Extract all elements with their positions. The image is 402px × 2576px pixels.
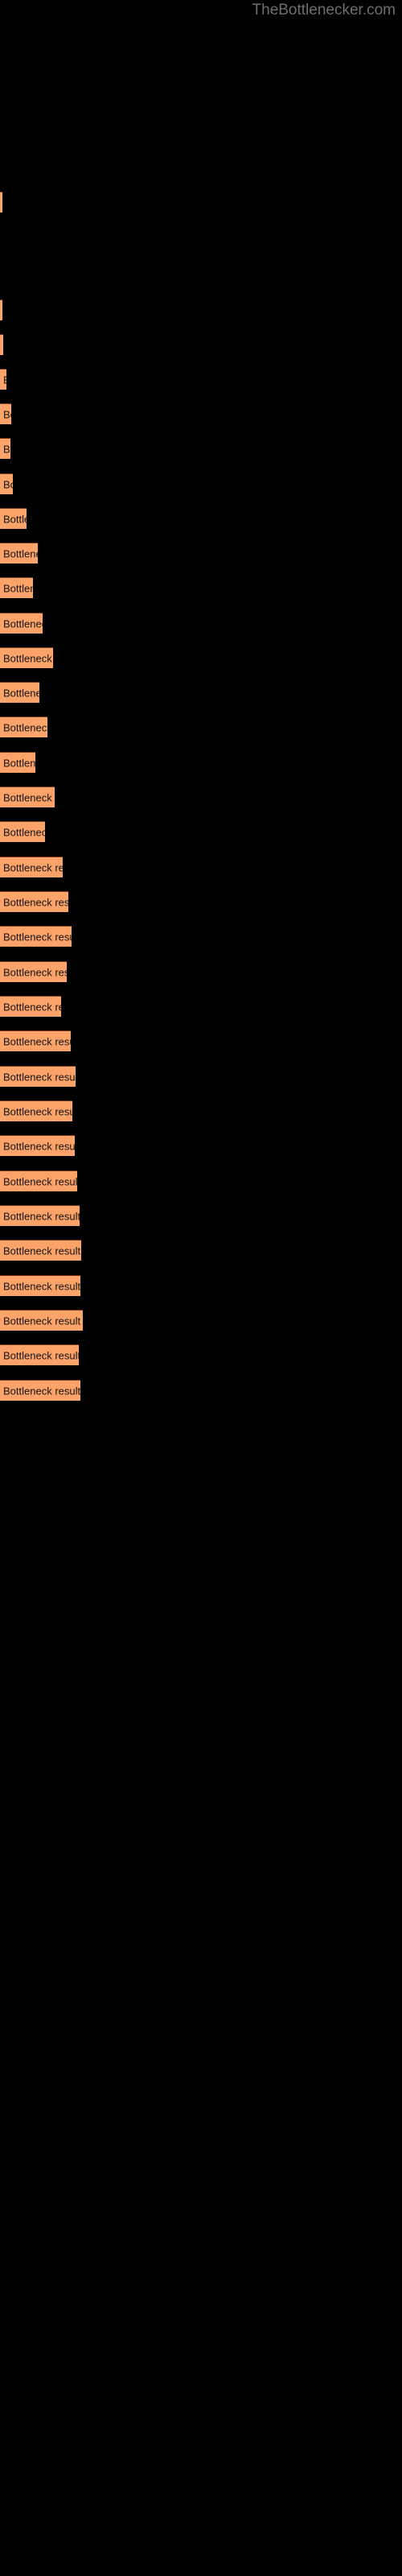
bar-row: Bottleneck result (0, 996, 402, 1017)
bar-segment: Bottleneck result (0, 1380, 80, 1401)
bar-row: Bottleneck result (0, 403, 402, 424)
bar-value-label: Bottleneck result (3, 1175, 77, 1187)
bar-row: Bottleneck result (0, 543, 402, 564)
bar-value-label: Bottleneck result (3, 1105, 72, 1117)
bar-segment: Bottleneck result (0, 716, 47, 737)
bar-value-label: Bottleneck result (3, 408, 11, 420)
bar-row: Bottleneck result (0, 647, 402, 668)
bar-value-label: Bottleneck result (3, 1001, 61, 1013)
bar-value-label: Bottleneck result (3, 547, 38, 559)
site-watermark: TheBottlenecker.com (252, 2, 396, 19)
bar-segment: Bottleneck result (0, 543, 38, 564)
bar-row: Bottleneck result (0, 1380, 402, 1401)
bar-row: Bottleneck result (0, 438, 402, 459)
bar-segment: Bottleneck result (0, 299, 2, 320)
bar-row: Bottleneck result (0, 1066, 402, 1087)
bar-value-label: Bottleneck result (3, 374, 6, 386)
bar-row: Bottleneck result (0, 1170, 402, 1191)
bar-segment: Bottleneck result (0, 1240, 81, 1261)
bar-segment: Bottleneck result (0, 438, 10, 459)
bar-segment: Bottleneck result (0, 403, 11, 424)
bar-row: Bottleneck result (0, 821, 402, 842)
bar-row: Bottleneck result (0, 299, 402, 320)
bar-value-label: Bottleneck result (3, 513, 27, 525)
bar-value-label: Bottleneck result (3, 931, 72, 943)
bar-value-label: Bottleneck result (3, 1280, 80, 1292)
bar-value-label: Bottleneck result (3, 617, 43, 630)
bar-value-label: Bottleneck result (3, 1385, 80, 1397)
bar-row: Bottleneck result (0, 369, 402, 390)
bar-row: Bottleneck result (0, 926, 402, 947)
bar-segment: Bottleneck result (0, 821, 45, 842)
bar-row: Bottleneck result (0, 961, 402, 982)
bar-segment: Bottleneck result (0, 1170, 77, 1191)
bar-value-label: Bottleneck result (3, 1071, 76, 1083)
bar-segment: Bottleneck result (0, 647, 53, 668)
bar-segment: Bottleneck result (0, 682, 39, 703)
bar-segment: Bottleneck result (0, 996, 61, 1017)
bar-segment: Bottleneck result (0, 508, 27, 529)
bar-row: Bottleneck result (0, 891, 402, 912)
bar-row: Bottleneck result (0, 716, 402, 737)
bar-value-label: Bottleneck result (3, 826, 45, 838)
bar-row: Bottleneck result (0, 613, 402, 634)
bar-segment: Bottleneck result (0, 786, 55, 807)
bar-segment: Bottleneck result (0, 1205, 80, 1226)
bar-value-label: Bottleneck result (3, 1210, 80, 1222)
bar-row: Bottleneck result (0, 1275, 402, 1296)
bar-row: Bottleneck result (0, 508, 402, 529)
bar-value-label: Bottleneck result (3, 1349, 79, 1361)
bar-value-label: Bottleneck result (3, 757, 35, 769)
bar-value-label: Bottleneck result (3, 582, 33, 594)
bar-value-label: Bottleneck result (3, 1245, 81, 1257)
bar-row: Bottleneck result (0, 334, 402, 355)
bar-row: Bottleneck result (0, 1240, 402, 1261)
bar-segment: Bottleneck result (0, 752, 35, 773)
bar-value-label: Bottleneck result (3, 791, 55, 803)
bar-segment: Bottleneck result (0, 369, 6, 390)
bar-row: Bottleneck result (0, 1100, 402, 1121)
bottleneck-bar-chart: TheBottlenecker.com Bottleneck result Bot… (0, 0, 402, 2576)
bar-segment: Bottleneck result (0, 613, 43, 634)
bar-segment: Bottleneck result (0, 1310, 83, 1331)
bar-value-label: Bottleneck result (3, 1140, 75, 1152)
bar-value-label: Bottleneck result (3, 443, 10, 455)
bar-value-label: Bottleneck result (3, 861, 63, 873)
bar-row: Bottleneck result (0, 1344, 402, 1365)
bar-segment: Bottleneck result (0, 577, 33, 598)
bar-segment: Bottleneck result (0, 1066, 76, 1087)
bar-segment: Bottleneck result (0, 891, 68, 912)
bar-row: Bottleneck result (0, 192, 402, 213)
bar-value-label: Bottleneck result (3, 896, 68, 908)
bar-segment: Bottleneck result (0, 926, 72, 947)
bar-row: Bottleneck result (0, 786, 402, 807)
bar-row: Bottleneck result (0, 682, 402, 703)
bar-value-label: Bottleneck result (3, 1315, 81, 1327)
bar-row: Bottleneck result (0, 752, 402, 773)
bar-segment: Bottleneck result (0, 473, 13, 494)
bar-value-label: Bottleneck result (3, 721, 47, 733)
bar-segment: Bottleneck result (0, 1135, 75, 1156)
bar-row: Bottleneck result (0, 1135, 402, 1156)
bar-row: Bottleneck result (0, 857, 402, 877)
bar-segment: Bottleneck result (0, 1030, 71, 1051)
bar-value-label: Bottleneck result (3, 687, 39, 699)
bar-row: Bottleneck result (0, 1310, 402, 1331)
bar-value-label: Bottleneck result (3, 652, 53, 664)
bar-value-label: Bottleneck result (3, 966, 67, 978)
bar-segment: Bottleneck result (0, 192, 2, 213)
bar-value-label: Bottleneck result (3, 1035, 71, 1047)
bar-segment: Bottleneck result (0, 1100, 72, 1121)
bar-segment: Bottleneck result (0, 857, 63, 877)
bar-row: Bottleneck result (0, 1205, 402, 1226)
bar-segment: Bottleneck result (0, 334, 3, 355)
bar-row: Bottleneck result (0, 577, 402, 598)
bar-segment: Bottleneck result (0, 961, 67, 982)
bar-segment: Bottleneck result (0, 1275, 80, 1296)
bar-row: Bottleneck result (0, 473, 402, 494)
bar-segment: Bottleneck result (0, 1344, 79, 1365)
bar-row: Bottleneck result (0, 1030, 402, 1051)
bar-value-label: Bottleneck result (3, 478, 13, 490)
